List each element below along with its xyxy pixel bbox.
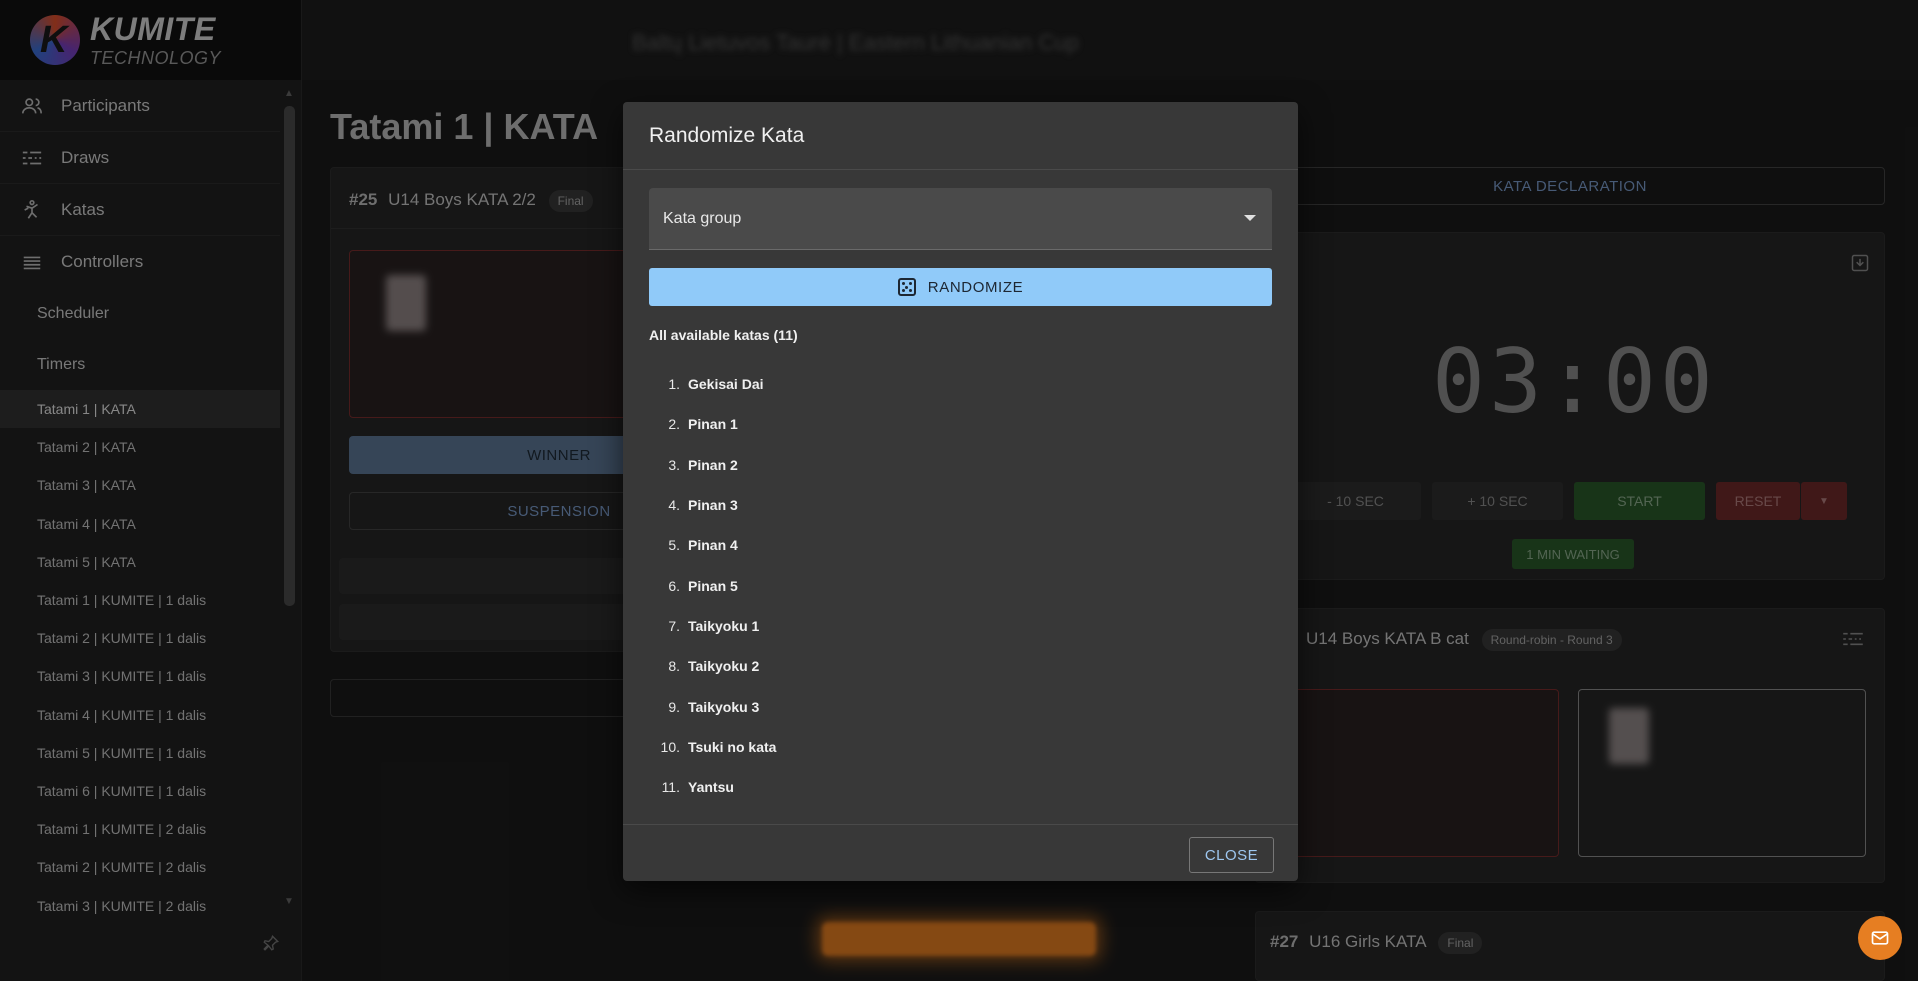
dialog-footer: CLOSE [623, 824, 1298, 881]
mail-icon[interactable] [1858, 916, 1902, 960]
list-item: 3. Pinan 2 [668, 456, 738, 473]
list-item: 11. Yantsu [661, 779, 734, 796]
list-item: 9. Taikyoku 3 [668, 698, 760, 715]
close-button[interactable]: CLOSE [1189, 837, 1274, 873]
list-item: 8. Taikyoku 2 [668, 658, 760, 675]
dropdown-arrow-icon [1244, 215, 1256, 221]
dice-icon [897, 278, 916, 296]
randomize-kata-dialog: Randomize Kata Kata group RANDOMIZE All … [623, 102, 1298, 881]
list-item: 10. Tsuki no kata [660, 738, 777, 755]
dialog-title: Randomize Kata [623, 102, 1298, 170]
list-item: 7. Taikyoku 1 [668, 617, 760, 634]
list-item: 6. Pinan 5 [668, 577, 738, 594]
list-item: 1. Gekisai Dai [668, 376, 764, 393]
available-katas-heading: All available katas (11) [649, 327, 798, 343]
list-item: 5. Pinan 4 [668, 537, 738, 554]
kata-group-select[interactable]: Kata group [649, 188, 1272, 250]
list-item: 2. Pinan 1 [668, 416, 738, 433]
randomize-label: RANDOMIZE [927, 278, 1024, 296]
list-item: 4. Pinan 3 [668, 497, 738, 514]
randomize-button[interactable]: RANDOMIZE [649, 268, 1272, 306]
kata-list: 1. Gekisai Dai 2. Pinan 1 3. Pinan 2 4. Pina… [649, 364, 777, 807]
kata-group-label: Kata group [663, 209, 742, 227]
